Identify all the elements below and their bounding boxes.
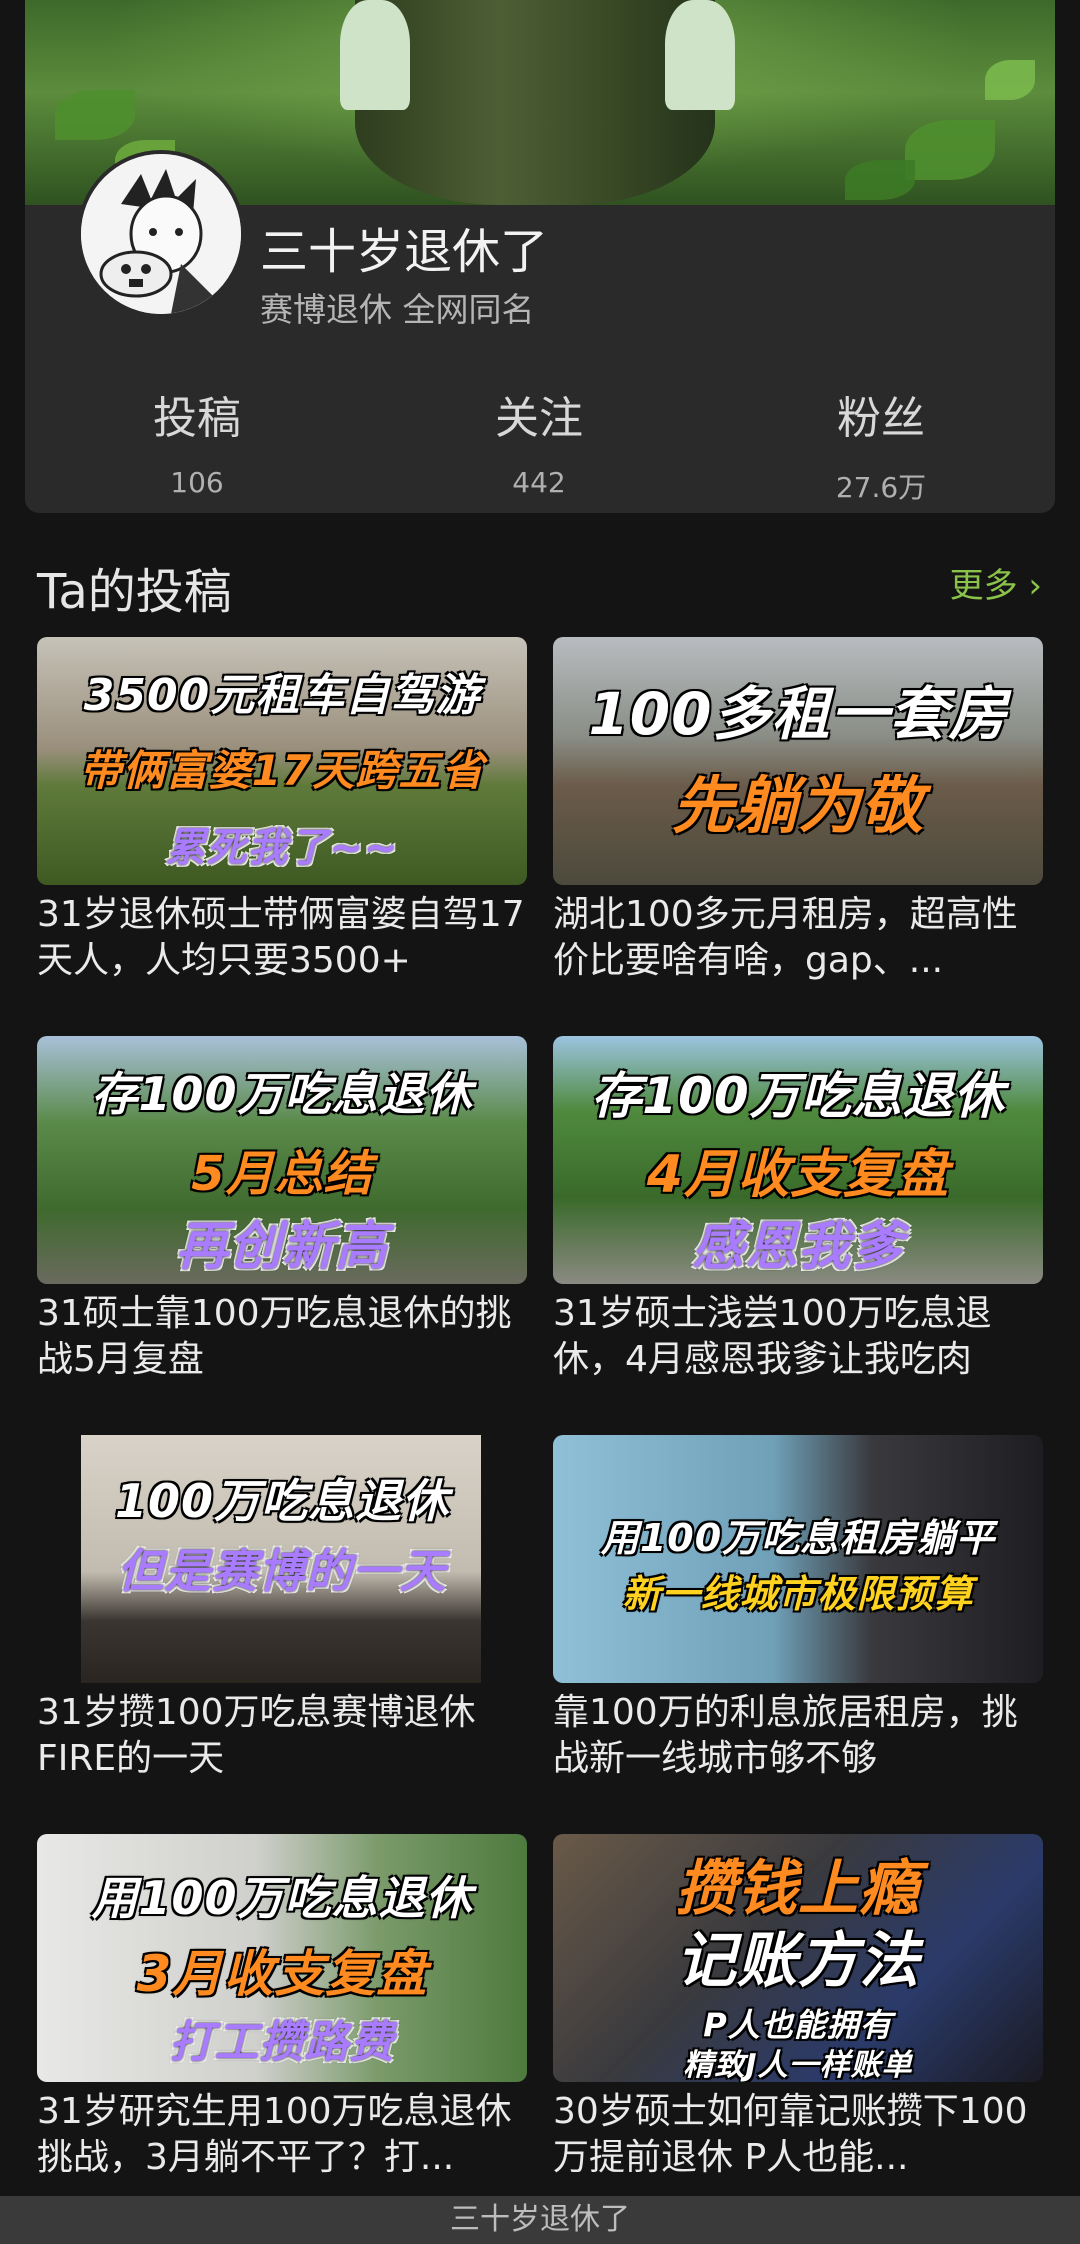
video-title: 31岁研究生用100万吃息退休挑战，3月躺不平了？打... bbox=[37, 2091, 512, 2178]
thumbnail-caption: 带俩富婆17天跨五省 bbox=[79, 746, 485, 795]
thumbnail-caption: 100多租一套房 bbox=[588, 680, 1008, 748]
video-thumbnail[interactable]: 用100万吃息退休 3月收支复盘 打工攒路费 bbox=[37, 1834, 527, 2082]
thumbnail-caption: 感恩我爹 bbox=[691, 1217, 904, 1277]
thumbnail-caption: 3500元租车自驾游 bbox=[83, 670, 481, 721]
video-card[interactable]: 存100万吃息退休 5月总结 再创新高 31硕士靠100万吃息退休的挑战5月复盘 bbox=[37, 1036, 527, 1416]
video-thumbnail[interactable]: 100万吃息退休 但是赛博的一天 bbox=[37, 1435, 527, 1683]
thumbnail-caption: 但是赛博的一天 bbox=[117, 1544, 447, 1598]
video-title: 湖北100多元月租房，超高性价比要啥有啥，gap、... bbox=[553, 894, 1018, 981]
video-title: 31岁硕士浅尝100万吃息退休，4月感恩我爹让我吃肉 bbox=[553, 1293, 992, 1380]
video-thumbnail[interactable]: 攒钱上瘾 记账方法 P人也能拥有 精致J人一样账单 bbox=[553, 1834, 1043, 2082]
bottom-bar[interactable]: 三十岁退休了 bbox=[0, 2196, 1080, 2244]
thumbnail-caption: 再创新高 bbox=[175, 1217, 388, 1277]
video-card[interactable]: 用100万吃息租房躺平 新一线城市极限预算 靠100万的利息旅居租房，挑战新一线… bbox=[553, 1435, 1043, 1815]
profile-bio: 赛博退休 全网同名 bbox=[260, 290, 535, 329]
stat-value: 106 bbox=[170, 466, 224, 499]
video-thumbnail[interactable]: 存100万吃息退休 5月总结 再创新高 bbox=[37, 1036, 527, 1284]
video-thumbnail[interactable]: 用100万吃息租房躺平 新一线城市极限预算 bbox=[553, 1435, 1043, 1683]
video-card[interactable]: 存100万吃息退休 4月收支复盘 感恩我爹 31岁硕士浅尝100万吃息退休，4月… bbox=[553, 1036, 1043, 1416]
stat-label: 关注 bbox=[495, 393, 583, 444]
more-link[interactable]: 更多 › bbox=[950, 558, 1042, 607]
video-title: 31岁退休硕士带俩富婆自驾17天人，人均只要3500+ bbox=[37, 894, 525, 981]
video-thumbnail[interactable]: 存100万吃息退休 4月收支复盘 感恩我爹 bbox=[553, 1036, 1043, 1284]
thumbnail-caption: 3月收支复盘 bbox=[136, 1945, 428, 2003]
stat-followers[interactable]: 粉丝 27.6万 bbox=[781, 382, 981, 506]
thumbnail-caption: 打工攒路费 bbox=[169, 2017, 395, 2068]
stat-posts[interactable]: 投稿 106 bbox=[97, 382, 297, 499]
avatar-illustration bbox=[81, 154, 241, 314]
thumbnail-caption: 4月收支复盘 bbox=[646, 1145, 950, 1205]
video-card[interactable]: 攒钱上瘾 记账方法 P人也能拥有 精致J人一样账单 30岁硕士如何靠记账攒下10… bbox=[553, 1834, 1043, 2214]
thumbnail-caption: 用100万吃息租房躺平 bbox=[600, 1516, 996, 1560]
thumbnail-caption: 存100万吃息退休 bbox=[591, 1067, 1005, 1125]
video-thumbnail[interactable]: 100多租一套房 先躺为敬 bbox=[553, 637, 1043, 885]
thumbnail-caption: 存100万吃息退休 bbox=[91, 1067, 473, 1121]
video-title: 31硕士靠100万吃息退休的挑战5月复盘 bbox=[37, 1293, 512, 1380]
profile-name: 三十岁退休了 bbox=[260, 224, 549, 280]
video-card[interactable]: 100多租一套房 先躺为敬 湖北100多元月租房，超高性价比要啥有啥，gap、.… bbox=[553, 637, 1043, 1017]
profile-card: 三十岁退休了 赛博退休 全网同名 投稿 106 关注 442 粉丝 27.6万 bbox=[25, 0, 1055, 513]
thumbnail-caption: 5月总结 bbox=[191, 1146, 373, 1202]
section-title: Ta的投稿 bbox=[37, 564, 232, 620]
thumbnail-caption: 精致J人一样账单 bbox=[683, 2048, 913, 2082]
thumbnail-caption: 先躺为敬 bbox=[671, 769, 924, 842]
stat-label: 粉丝 bbox=[837, 393, 925, 444]
video-thumbnail[interactable]: 3500元租车自驾游 带俩富婆17天跨五省 累死我了~~ bbox=[37, 637, 527, 885]
thumbnail-caption: 累死我了~~ bbox=[165, 825, 399, 871]
video-title: 31岁攒100万吃息赛博退休FIRE的一天 bbox=[37, 1692, 476, 1779]
thumbnail-caption: 新一线城市极限预算 bbox=[622, 1572, 974, 1616]
stat-label: 投稿 bbox=[153, 393, 241, 444]
stat-value: 27.6万 bbox=[835, 471, 927, 504]
stat-value: 442 bbox=[512, 466, 566, 499]
video-card[interactable]: 100万吃息退休 但是赛博的一天 31岁攒100万吃息赛博退休FIRE的一天 bbox=[37, 1435, 527, 1815]
avatar[interactable] bbox=[77, 150, 245, 318]
stat-following[interactable]: 关注 442 bbox=[439, 382, 639, 499]
video-title: 30岁硕士如何靠记账攒下100万提前退休 P人也能... bbox=[553, 2091, 1028, 2178]
thumbnail-caption: 100万吃息退休 bbox=[114, 1474, 450, 1528]
video-card[interactable]: 3500元租车自驾游 带俩富婆17天跨五省 累死我了~~ 31岁退休硕士带俩富婆… bbox=[37, 637, 527, 1017]
thumbnail-caption: 记账方法 bbox=[676, 1926, 920, 1996]
video-card[interactable]: 用100万吃息退休 3月收支复盘 打工攒路费 31岁研究生用100万吃息退休挑战… bbox=[37, 1834, 527, 2214]
thumbnail-caption: 用100万吃息退休 bbox=[91, 1871, 473, 1925]
video-title: 靠100万的利息旅居租房，挑战新一线城市够不够 bbox=[553, 1692, 1018, 1779]
